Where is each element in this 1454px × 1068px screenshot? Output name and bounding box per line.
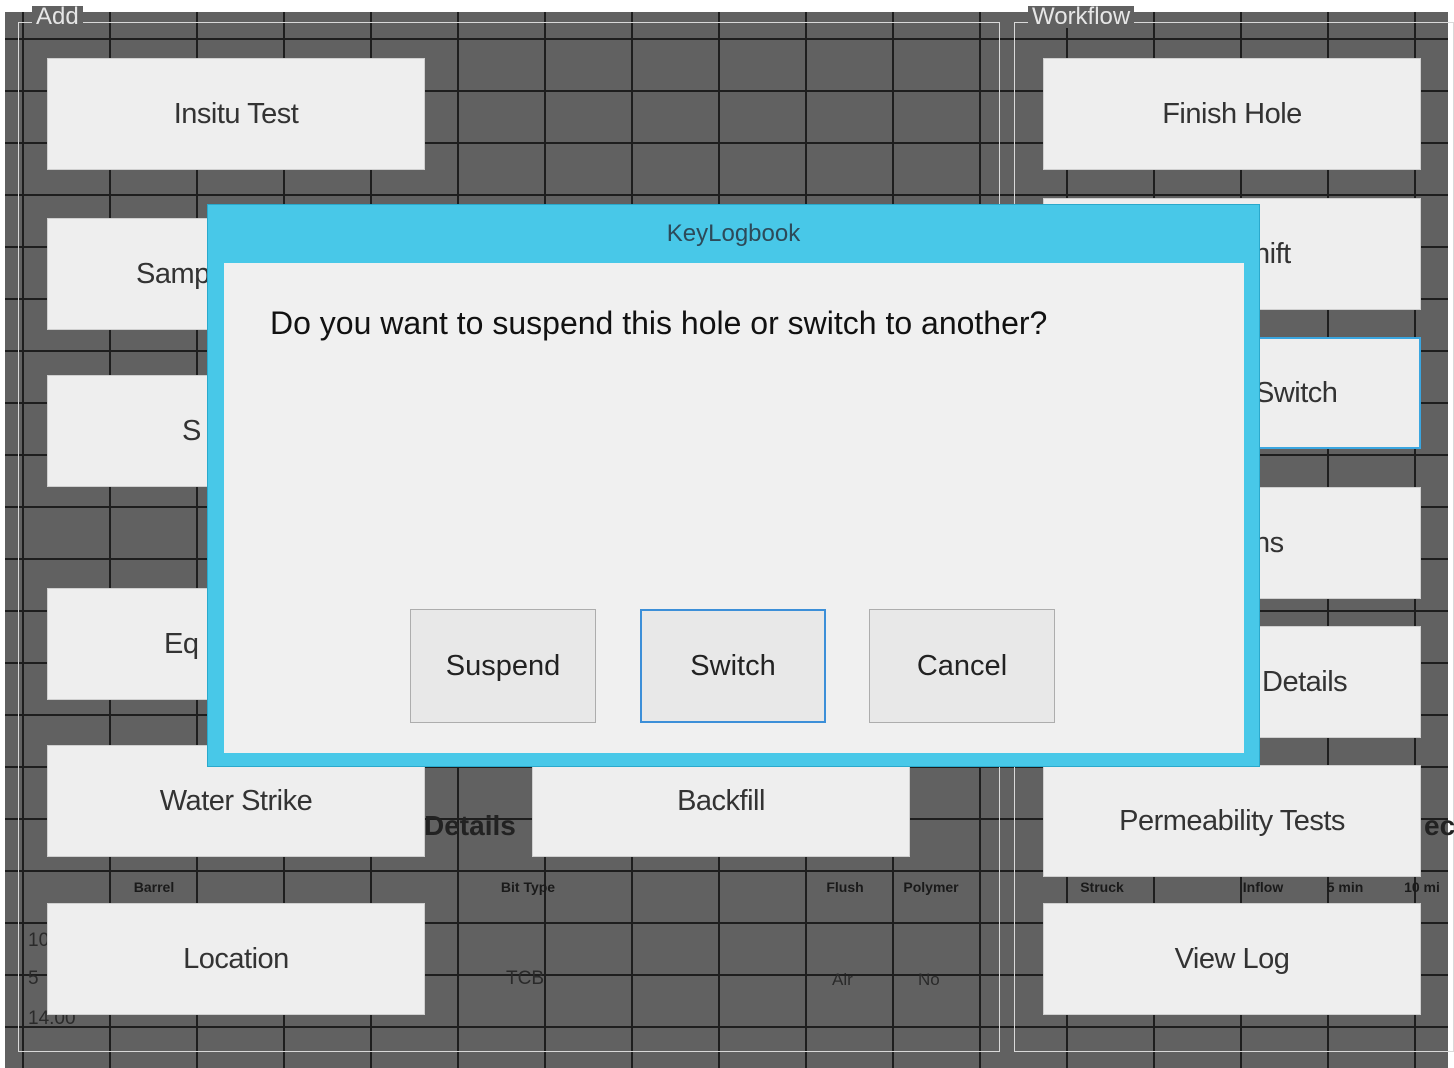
insitu-test-button[interactable]: Insitu Test (47, 58, 425, 170)
cell-polymer: No (918, 970, 940, 989)
suspend-label: Suspend (445, 649, 561, 682)
cancel-label: Cancel (916, 649, 1008, 682)
row-fragment: 5 (28, 968, 39, 989)
keylogbook-dialog: KeyLogbook Do you want to suspend this h… (208, 205, 1259, 766)
switch-label: Switch (690, 649, 776, 682)
col-header-barrel: Barrel (133, 879, 175, 895)
cell-flush: Air (832, 970, 853, 989)
sample-label: Samp (136, 257, 210, 290)
suspend-button[interactable]: Suspend (410, 609, 596, 723)
location-label: Location (183, 942, 289, 975)
col-header-struck: Struck (1080, 879, 1124, 895)
finish-hole-label: Finish Hole (1162, 97, 1302, 130)
dialog-body: Do you want to suspend this hole or swit… (224, 263, 1244, 753)
permeability-tests-label: Permeability Tests (1119, 804, 1345, 837)
cell-bit-type: TCB (506, 968, 544, 989)
permeability-tests-button[interactable]: Permeability Tests (1043, 765, 1421, 877)
col-header-5min: 5 min (1326, 879, 1364, 895)
s-label: S (182, 414, 201, 447)
col-header-bit-type: Bit Type (500, 879, 556, 895)
insitu-test-label: Insitu Test (173, 97, 299, 130)
col-header-inflow: Inflow (1242, 879, 1284, 895)
dialog-message: Do you want to suspend this hole or swit… (270, 305, 1048, 341)
permeability-heading-fragment: ec (1424, 810, 1454, 841)
switch-hole-label: Switch (1255, 376, 1338, 409)
cancel-button[interactable]: Cancel (869, 609, 1055, 723)
equipment-label: Eq (164, 627, 199, 660)
app-screen: Add Workflow Details ec Barrel Bit Type … (0, 0, 1454, 1068)
col-header-polymer: Polymer (903, 879, 959, 895)
location-button[interactable]: Location (47, 903, 425, 1015)
col-header-flush: Flush (826, 879, 864, 895)
view-log-label: View Log (1174, 942, 1290, 975)
switch-button[interactable]: Switch (640, 609, 826, 723)
dialog-title: KeyLogbook (666, 220, 801, 247)
water-strike-label: Water Strike (159, 784, 313, 817)
add-group-label: Add (32, 5, 83, 29)
details-heading: Details (424, 810, 516, 841)
row-fragment: 10 (28, 930, 50, 951)
view-log-button[interactable]: View Log (1043, 903, 1421, 1015)
shift-label: hift (1254, 237, 1291, 270)
finish-hole-button[interactable]: Finish Hole (1043, 58, 1421, 170)
col-header-10min: 10 mi (1404, 879, 1440, 895)
details-label: Details (1262, 665, 1348, 698)
backfill-label: Backfill (677, 784, 765, 817)
workflow-group-label: Workflow (1028, 5, 1135, 29)
